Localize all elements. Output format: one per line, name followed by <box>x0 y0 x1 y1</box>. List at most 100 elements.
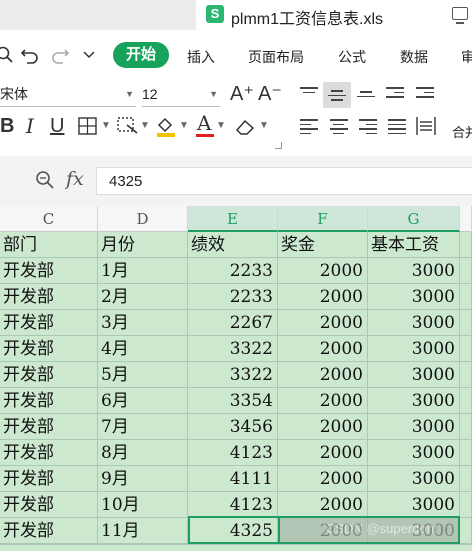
cell-base-salary[interactable]: 3000 <box>368 492 460 518</box>
cell-performance[interactable]: 2233 <box>188 258 278 284</box>
increase-indent-icon[interactable] <box>416 84 434 101</box>
chevron-down-icon[interactable] <box>83 51 95 59</box>
cell-performance[interactable]: 4123 <box>188 492 278 518</box>
cell-base-salary[interactable]: 3000 <box>368 414 460 440</box>
cell-extra[interactable] <box>460 362 472 388</box>
font-size-select[interactable]: 12 ▼ <box>142 82 220 107</box>
align-left-icon[interactable] <box>300 116 318 137</box>
cell-base-salary[interactable]: 3000 <box>368 388 460 414</box>
cell-dept[interactable]: 开发部 <box>0 492 98 518</box>
align-right-icon[interactable] <box>359 116 377 137</box>
header-cell-performance[interactable]: 绩效 <box>188 232 278 258</box>
align-top-icon[interactable] <box>300 84 318 96</box>
chevron-down-icon[interactable]: ▼ <box>140 114 150 138</box>
tab-data[interactable]: 数据 <box>400 47 428 67</box>
decrease-indent-icon[interactable] <box>386 84 404 101</box>
cell-month[interactable]: 1月 <box>98 258 188 284</box>
cell-month[interactable]: 11月 <box>98 518 188 544</box>
cell-performance[interactable]: 3354 <box>188 388 278 414</box>
cell-dept[interactable]: 开发部 <box>0 440 98 466</box>
fx-icon[interactable]: fx <box>66 168 84 190</box>
cell-extra[interactable] <box>460 284 472 310</box>
cell-bonus[interactable]: 2000 <box>278 492 368 518</box>
cell-performance[interactable]: 4123 <box>188 440 278 466</box>
tab-page-layout[interactable]: 页面布局 <box>248 47 304 67</box>
cell-dept[interactable]: 开发部 <box>0 258 98 284</box>
cell-performance[interactable]: 3456 <box>188 414 278 440</box>
chevron-down-icon[interactable]: ▼ <box>259 114 269 138</box>
cell-month[interactable]: 2月 <box>98 284 188 310</box>
cell-base-salary[interactable]: 3000 <box>368 258 460 284</box>
cell-bonus[interactable]: 2000 <box>278 284 368 310</box>
cell-extra[interactable] <box>460 336 472 362</box>
tab-start[interactable]: 开始 <box>113 42 169 68</box>
monitor-icon[interactable] <box>452 7 468 24</box>
merge-button[interactable]: 合并 <box>452 122 472 141</box>
search-icon[interactable] <box>0 46 14 64</box>
cell-dept[interactable]: 开发部 <box>0 284 98 310</box>
dialog-launcher-icon[interactable] <box>275 142 282 149</box>
document-title[interactable]: plmm1工资信息表.xls <box>231 5 383 29</box>
header-cell-base-salary[interactable]: 基本工资 <box>368 232 460 258</box>
align-middle-button[interactable] <box>323 82 351 108</box>
cell-base-salary[interactable]: 3000 <box>368 284 460 310</box>
cell-base-salary[interactable]: 3000 <box>368 310 460 336</box>
cell-style-icon[interactable] <box>117 117 139 135</box>
cell-month[interactable]: 7月 <box>98 414 188 440</box>
cell-bonus[interactable]: 2000 <box>278 440 368 466</box>
cell-extra[interactable] <box>460 258 472 284</box>
column-header-g[interactable]: G <box>368 206 460 232</box>
cell-performance[interactable]: 4325 <box>188 518 278 544</box>
chevron-down-icon[interactable]: ▼ <box>101 114 111 138</box>
cell-performance[interactable]: 3322 <box>188 336 278 362</box>
italic-button[interactable]: I <box>26 114 34 138</box>
cell-bonus[interactable]: 2000 <box>278 258 368 284</box>
cell-dept[interactable]: 开发部 <box>0 414 98 440</box>
header-cell-extra[interactable] <box>460 232 472 258</box>
font-name-select[interactable]: 宋体 ▼ <box>0 82 136 107</box>
justify-icon[interactable] <box>388 116 406 137</box>
cell-month[interactable]: 6月 <box>98 388 188 414</box>
formula-input[interactable]: 4325 <box>96 167 472 195</box>
cell-extra[interactable] <box>460 388 472 414</box>
cell-extra[interactable] <box>460 414 472 440</box>
cell-extra[interactable] <box>460 518 472 544</box>
cell-base-salary[interactable]: 3000 <box>368 336 460 362</box>
zoom-icon[interactable] <box>35 170 55 190</box>
cell-base-salary[interactable]: 3000 <box>368 362 460 388</box>
cell-extra[interactable] <box>460 492 472 518</box>
grow-font-button[interactable]: A⁺ <box>230 82 254 106</box>
cell-performance[interactable]: 2233 <box>188 284 278 310</box>
font-color-icon[interactable]: A <box>197 111 211 135</box>
cell-bonus[interactable]: 2000 <box>278 388 368 414</box>
fill-color-icon[interactable] <box>155 115 177 137</box>
header-cell-dept[interactable]: 部门 <box>0 232 98 258</box>
cell-performance[interactable]: 3322 <box>188 362 278 388</box>
column-header-c[interactable]: C <box>0 206 98 232</box>
cell-dept[interactable]: 开发部 <box>0 310 98 336</box>
cell-month[interactable]: 10月 <box>98 492 188 518</box>
cell-performance[interactable]: 4111 <box>188 466 278 492</box>
cell-dept[interactable]: 开发部 <box>0 362 98 388</box>
align-bottom-icon[interactable] <box>357 88 375 100</box>
cell-base-salary[interactable]: 3000 <box>368 466 460 492</box>
cell-dept[interactable]: 开发部 <box>0 518 98 544</box>
cell-extra[interactable] <box>460 466 472 492</box>
cell-dept[interactable]: 开发部 <box>0 336 98 362</box>
undo-icon[interactable] <box>20 46 40 64</box>
cell-base-salary[interactable]: 3000 <box>368 440 460 466</box>
cell-bonus[interactable]: 2000 <box>278 310 368 336</box>
distributed-align-icon[interactable] <box>415 116 437 136</box>
redo-icon[interactable] <box>50 46 70 64</box>
cell-bonus[interactable]: 2000 <box>278 466 368 492</box>
chevron-down-icon[interactable]: ▼ <box>179 114 189 138</box>
cell-month[interactable]: 8月 <box>98 440 188 466</box>
tab-review[interactable]: 审 <box>461 47 472 67</box>
column-header-h[interactable] <box>460 206 472 232</box>
shrink-font-button[interactable]: A⁻ <box>258 82 282 106</box>
cell-dept[interactable]: 开发部 <box>0 388 98 414</box>
tab-insert[interactable]: 插入 <box>187 47 215 67</box>
chevron-down-icon[interactable]: ▼ <box>216 114 226 138</box>
cell-month[interactable]: 5月 <box>98 362 188 388</box>
cell-extra[interactable] <box>460 310 472 336</box>
